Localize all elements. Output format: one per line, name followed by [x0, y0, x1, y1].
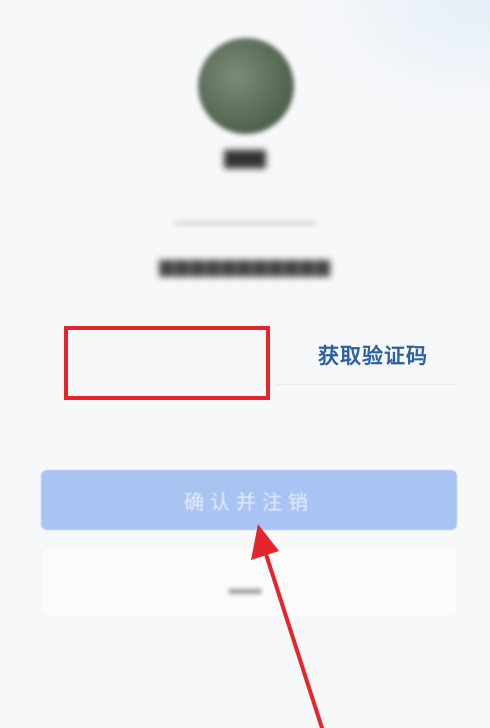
blurred-phone-number: ▆▆▆▆▆▆▆▆▆▆▆: [159, 255, 331, 277]
confirm-and-cancel-account-button[interactable]: 确认并注销: [41, 470, 457, 530]
blurred-secondary-label: ▂▂▂: [228, 578, 262, 594]
input-divider: [276, 384, 456, 385]
avatar: [198, 38, 294, 134]
verification-code-input[interactable]: [64, 326, 270, 400]
get-verification-code-button[interactable]: 获取验证码: [318, 340, 428, 370]
blurred-nickname: ▇▇▇: [224, 148, 266, 169]
blurred-hint-text: ▁▁▁▁▁▁▁▁▁▁▁▁▁▁: [175, 210, 315, 225]
background-glow: [290, 0, 490, 120]
